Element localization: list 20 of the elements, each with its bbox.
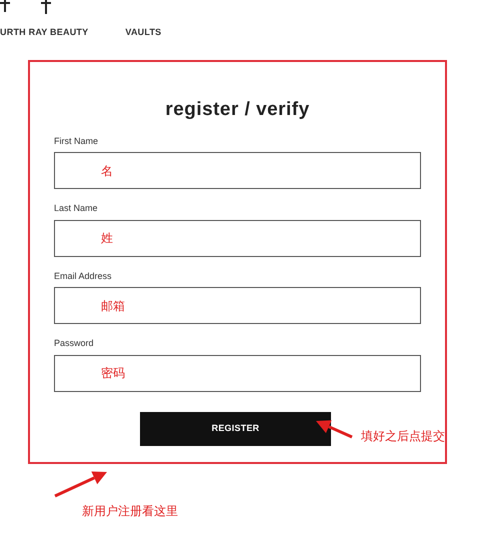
input-field[interactable]: 密码 <box>54 354 421 392</box>
input-field[interactable]: 名 <box>54 152 421 189</box>
field-label: Password <box>54 337 95 350</box>
annotation-text: 填好之后点提交 <box>361 428 445 445</box>
annotation-text: 姓 <box>101 230 113 247</box>
field-label: Last Name <box>54 202 99 215</box>
form-title: register / verify <box>165 98 310 122</box>
annotation-text: 名 <box>101 162 113 180</box>
register-button[interactable]: REGISTER <box>140 412 331 446</box>
input-field[interactable]: 姓 <box>54 220 421 256</box>
annotation-text: 新用户注册看这里 <box>82 503 178 520</box>
annotation-text: 密码 <box>101 365 125 382</box>
input-field[interactable]: 邮箱 <box>54 287 421 324</box>
arrow-icon <box>316 420 353 438</box>
annotation-text: 邮箱 <box>101 298 125 314</box>
field-label: Email Address <box>54 270 113 282</box>
nav-link[interactable]: VAULTS <box>125 26 162 40</box>
nav-link[interactable]: URTH RAY BEAUTY <box>0 26 88 40</box>
arrow-icon <box>54 472 107 498</box>
field-label: First Name <box>54 134 100 148</box>
